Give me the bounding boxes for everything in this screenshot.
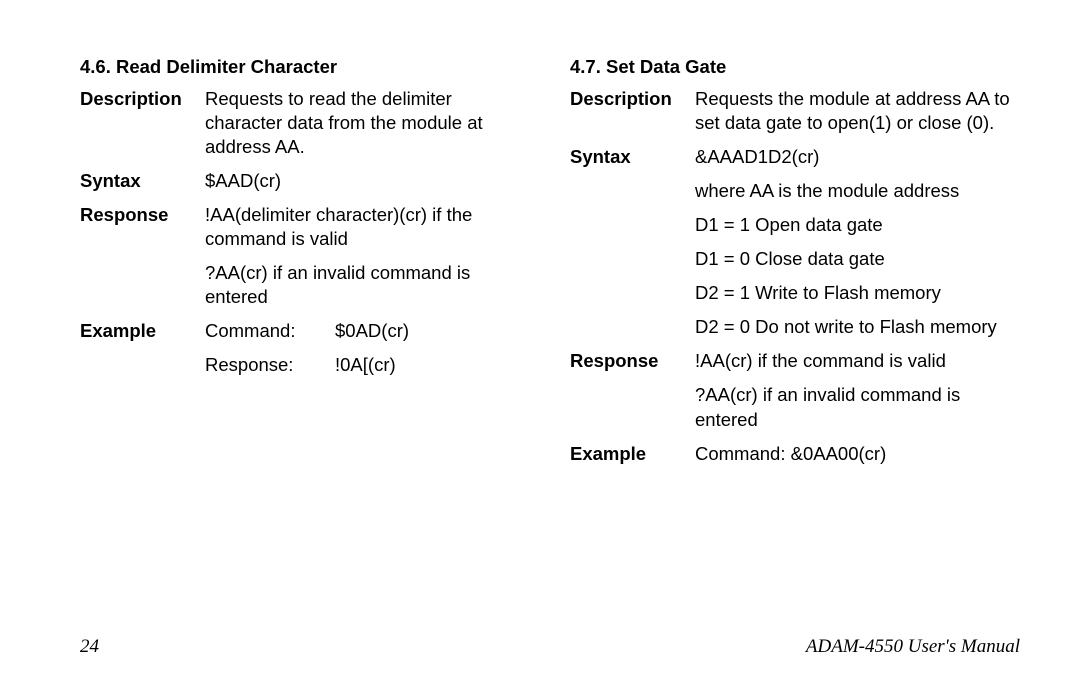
response-row: Response !AA(cr) if the command is valid… <box>570 349 1020 431</box>
example-response-label: Response: <box>205 353 335 377</box>
syntax-row: Syntax &AAAD1D2(cr) where AA is the modu… <box>570 145 1020 339</box>
example-response-value: !0A[(cr) <box>335 353 530 377</box>
example-label: Example <box>80 319 205 343</box>
example-label: Example <box>570 442 695 466</box>
description-text: Requests the module at address AA to set… <box>695 87 1020 135</box>
manual-title: ADAM-4550 User's Manual <box>806 635 1020 660</box>
syntax-detail-3: D1 = 0 Close data gate <box>695 247 1020 271</box>
syntax-label: Syntax <box>570 145 695 169</box>
syntax-text: $AAD(cr) <box>205 169 530 193</box>
description-label: Description <box>570 87 695 111</box>
syntax-code: &AAAD1D2(cr) <box>695 145 1020 169</box>
syntax-row: Syntax $AAD(cr) <box>80 169 530 193</box>
syntax-detail-5: D2 = 0 Do not write to Flash memory <box>695 315 1020 339</box>
example-row: Example Command: $0AD(cr) Response: !0A[… <box>80 319 530 377</box>
response-label: Response <box>80 203 205 227</box>
response-valid: !AA(delimiter character)(cr) if the comm… <box>205 203 530 251</box>
section-4-6: 4.6. Read Delimiter Character Descriptio… <box>80 55 530 476</box>
syntax-detail-1: where AA is the module address <box>695 179 1020 203</box>
description-row: Description Requests the module at addre… <box>570 87 1020 135</box>
section-4-7: 4.7. Set Data Gate Description Requests … <box>570 55 1020 476</box>
response-label: Response <box>570 349 695 373</box>
description-row: Description Requests to read the delimit… <box>80 87 530 159</box>
page-number: 24 <box>80 635 99 660</box>
section-title: 4.7. Set Data Gate <box>570 55 1020 79</box>
page-footer: 24 ADAM-4550 User's Manual <box>80 635 1020 660</box>
syntax-text: &AAAD1D2(cr) where AA is the module addr… <box>695 145 1020 339</box>
example-grid: Command: $0AD(cr) Response: !0A[(cr) <box>205 319 530 377</box>
syntax-label: Syntax <box>80 169 205 193</box>
response-invalid: ?AA(cr) if an invalid command is entered <box>695 383 1020 431</box>
response-text: !AA(delimiter character)(cr) if the comm… <box>205 203 530 309</box>
example-text: Command: &0AA00(cr) <box>695 442 1020 466</box>
response-row: Response !AA(delimiter character)(cr) if… <box>80 203 530 309</box>
response-text: !AA(cr) if the command is valid ?AA(cr) … <box>695 349 1020 431</box>
syntax-detail-4: D2 = 1 Write to Flash memory <box>695 281 1020 305</box>
example-command-label: Command: <box>205 319 335 343</box>
description-label: Description <box>80 87 205 111</box>
description-text: Requests to read the delimiter character… <box>205 87 530 159</box>
syntax-detail-2: D1 = 1 Open data gate <box>695 213 1020 237</box>
response-invalid: ?AA(cr) if an invalid command is entered <box>205 261 530 309</box>
example-command-value: $0AD(cr) <box>335 319 530 343</box>
page-content: 4.6. Read Delimiter Character Descriptio… <box>0 0 1080 476</box>
example-row: Example Command: &0AA00(cr) <box>570 442 1020 466</box>
section-title: 4.6. Read Delimiter Character <box>80 55 530 79</box>
response-valid: !AA(cr) if the command is valid <box>695 349 1020 373</box>
